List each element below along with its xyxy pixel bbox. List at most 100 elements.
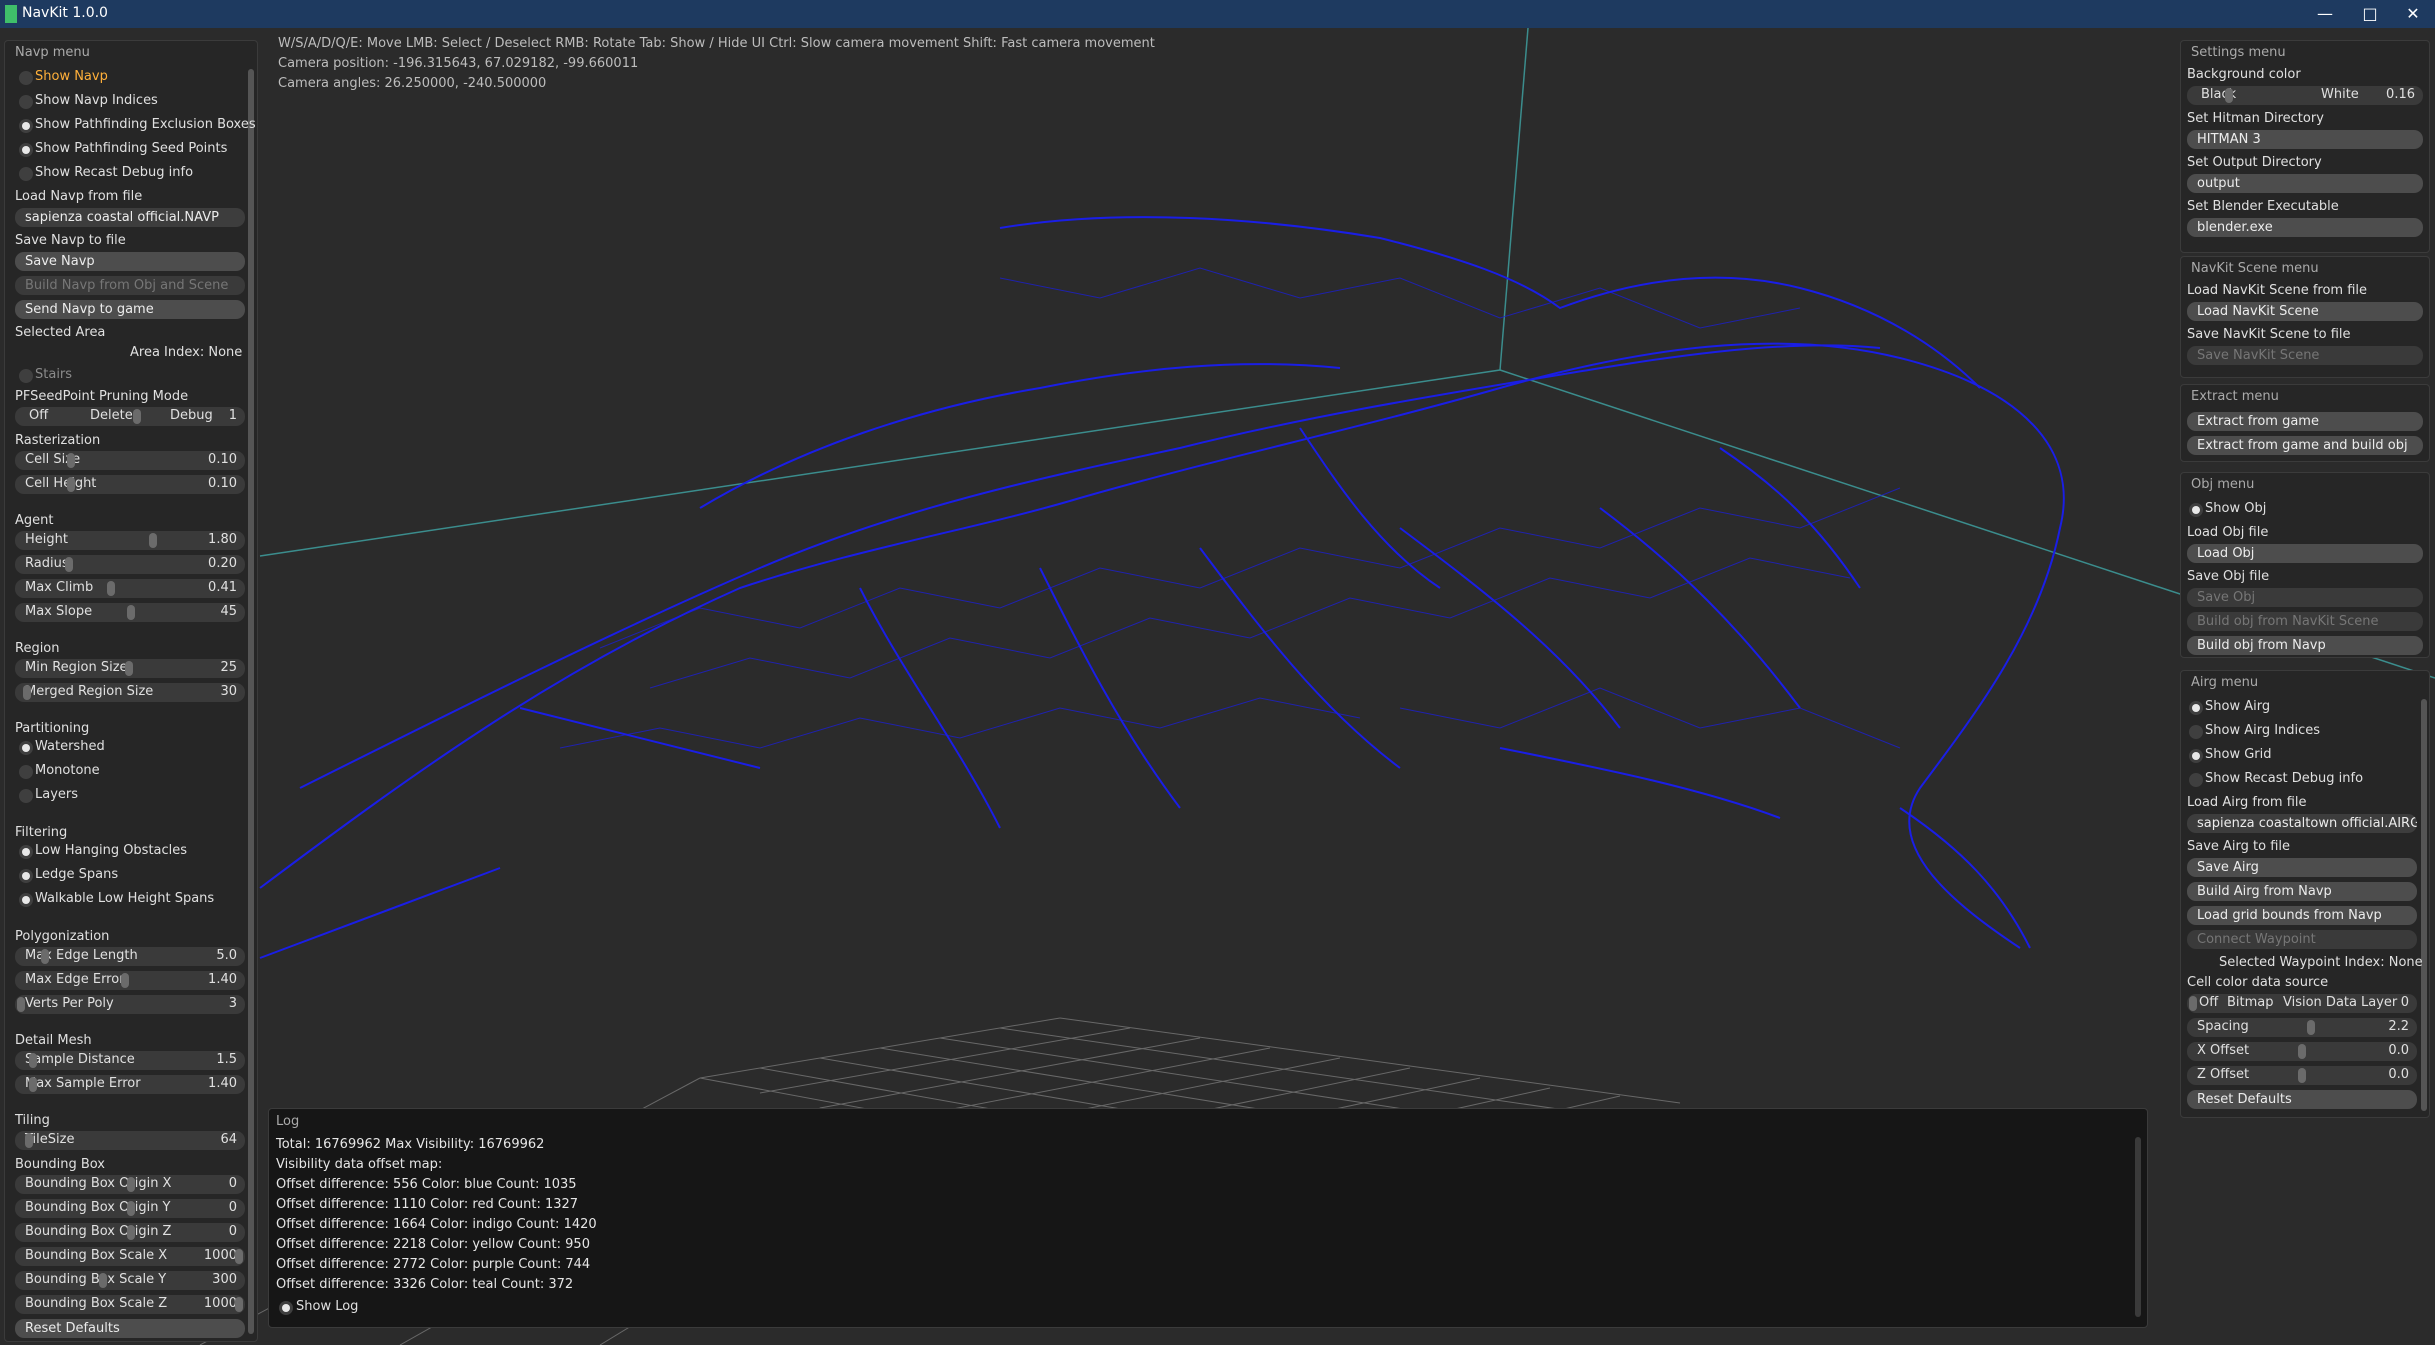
build-obj-from-navp-button[interactable]: Build obj from Navp bbox=[2187, 636, 2423, 655]
save-scene-button[interactable]: Save NavKit Scene bbox=[2187, 346, 2423, 365]
output-directory-button[interactable]: output bbox=[2187, 174, 2423, 193]
load-grid-bounds-button[interactable]: Load grid bounds from Navp bbox=[2187, 906, 2417, 925]
verts-per-poly-knob[interactable] bbox=[17, 997, 25, 1012]
spacing-slider[interactable]: Spacing 2.2 bbox=[2187, 1018, 2417, 1037]
min-region-knob[interactable] bbox=[125, 661, 133, 676]
walkable-spans-checkbox[interactable] bbox=[19, 893, 33, 907]
navp-scrollbar[interactable] bbox=[248, 69, 254, 1334]
save-obj-button[interactable]: Save Obj bbox=[2187, 588, 2423, 607]
z-offset-knob[interactable] bbox=[2298, 1068, 2306, 1083]
verts-per-poly-slider[interactable]: Verts Per Poly 3 bbox=[15, 995, 245, 1014]
send-navp-button[interactable]: Send Navp to game bbox=[15, 300, 245, 319]
layers-radio[interactable] bbox=[19, 789, 33, 803]
airg-show-recast-checkbox[interactable] bbox=[2189, 773, 2203, 787]
tile-size-slider[interactable]: TileSize 64 bbox=[15, 1131, 245, 1150]
max-climb-knob[interactable] bbox=[107, 581, 115, 596]
bbox-scale-z-knob[interactable] bbox=[235, 1297, 243, 1312]
merged-region-slider[interactable]: Merged Region Size 30 bbox=[15, 683, 245, 702]
max-edge-error-slider[interactable]: Max Edge Error 1.40 bbox=[15, 971, 245, 990]
height-knob[interactable] bbox=[149, 533, 157, 548]
show-airg-checkbox[interactable] bbox=[2189, 701, 2203, 715]
radius-slider[interactable]: Radius 0.20 bbox=[15, 555, 245, 574]
bbox-scale-z-slider[interactable]: Bounding Box Scale Z 1000 bbox=[15, 1295, 245, 1314]
sample-distance-slider[interactable]: Sample Distance 1.5 bbox=[15, 1051, 245, 1070]
save-airg-button[interactable]: Save Airg bbox=[2187, 858, 2417, 877]
low-hanging-checkbox[interactable] bbox=[19, 845, 33, 859]
build-airg-button[interactable]: Build Airg from Navp bbox=[2187, 882, 2417, 901]
bbox-origin-z-slider[interactable]: Bounding Box Origin Z 0 bbox=[15, 1223, 245, 1242]
load-navp-file-button[interactable]: sapienza coastal official.NAVP bbox=[15, 208, 245, 227]
bbox-scale-x-slider[interactable]: Bounding Box Scale X 1000 bbox=[15, 1247, 245, 1266]
cell-size-slider[interactable]: Cell Size 0.10 bbox=[15, 451, 245, 470]
bbox-origin-x-slider[interactable]: Bounding Box Origin X 0 bbox=[15, 1175, 245, 1194]
bbox-origin-y-slider[interactable]: Bounding Box Origin Y 0 bbox=[15, 1199, 245, 1218]
airg-scrollbar[interactable] bbox=[2421, 699, 2427, 1111]
cell-color-knob[interactable] bbox=[2189, 996, 2197, 1011]
cell-size-knob[interactable] bbox=[67, 453, 75, 468]
bbox-scale-y-knob[interactable] bbox=[99, 1273, 107, 1288]
show-seed-points-checkbox[interactable] bbox=[19, 143, 33, 157]
show-log-checkbox[interactable] bbox=[279, 1301, 293, 1315]
radius-knob[interactable] bbox=[65, 557, 73, 572]
tile-size-knob[interactable] bbox=[25, 1133, 33, 1148]
build-obj-from-scene-button[interactable]: Build obj from NavKit Scene bbox=[2187, 612, 2423, 631]
extract-and-build-button[interactable]: Extract from game and build obj bbox=[2187, 436, 2423, 455]
monotone-radio[interactable] bbox=[19, 765, 33, 779]
max-edge-length-slider[interactable]: Max Edge Length 5.0 bbox=[15, 947, 245, 966]
spacing-knob[interactable] bbox=[2307, 1020, 2315, 1035]
z-offset-slider[interactable]: Z Offset 0.0 bbox=[2187, 1066, 2417, 1085]
bbox-scale-y-slider[interactable]: Bounding Box Scale Y 300 bbox=[15, 1271, 245, 1290]
sample-distance-knob[interactable] bbox=[29, 1053, 37, 1068]
save-navp-button[interactable]: Save Navp bbox=[15, 252, 245, 271]
load-obj-button[interactable]: Load Obj bbox=[2187, 544, 2423, 563]
stairs-checkbox[interactable] bbox=[19, 369, 33, 383]
max-slope-slider[interactable]: Max Slope 45 bbox=[15, 603, 245, 622]
bbox-origin-y-knob[interactable] bbox=[127, 1201, 135, 1216]
blender-executable-button[interactable]: blender.exe bbox=[2187, 218, 2423, 237]
bg-knob[interactable] bbox=[2225, 88, 2233, 103]
height-slider[interactable]: Height 1.80 bbox=[15, 531, 245, 550]
log-scrollbar[interactable] bbox=[2135, 1137, 2141, 1317]
show-grid-checkbox[interactable] bbox=[2189, 749, 2203, 763]
navp-reset-defaults-button[interactable]: Reset Defaults bbox=[15, 1319, 245, 1338]
max-slope-knob[interactable] bbox=[127, 605, 135, 620]
show-recast-debug-checkbox[interactable] bbox=[19, 167, 33, 181]
close-icon[interactable]: ✕ bbox=[2393, 2, 2433, 26]
show-obj-checkbox[interactable] bbox=[2189, 503, 2203, 517]
connect-waypoint-button[interactable]: Connect Waypoint bbox=[2187, 930, 2417, 949]
max-climb-slider[interactable]: Max Climb 0.41 bbox=[15, 579, 245, 598]
watershed-radio[interactable] bbox=[19, 741, 33, 755]
maximize-icon[interactable]: □ bbox=[2350, 2, 2390, 26]
merged-region-knob[interactable] bbox=[23, 685, 31, 700]
ledge-spans-checkbox[interactable] bbox=[19, 869, 33, 883]
x-offset-knob[interactable] bbox=[2298, 1044, 2306, 1059]
load-airg-file-button[interactable]: sapienza coastaltown official.AIRG bbox=[2187, 814, 2417, 833]
pruning-knob[interactable] bbox=[133, 409, 141, 424]
airg-reset-defaults-button[interactable]: Reset Defaults bbox=[2187, 1090, 2417, 1109]
max-sample-error-slider[interactable]: Max Sample Error 1.40 bbox=[15, 1075, 245, 1094]
x-offset-label: X Offset bbox=[2197, 1043, 2250, 1058]
show-navp-indices-checkbox[interactable] bbox=[19, 95, 33, 109]
extract-from-game-button[interactable]: Extract from game bbox=[2187, 412, 2423, 431]
load-scene-button[interactable]: Load NavKit Scene bbox=[2187, 302, 2423, 321]
bbox-origin-x-knob[interactable] bbox=[127, 1177, 135, 1192]
show-airg-indices-checkbox[interactable] bbox=[2189, 725, 2203, 739]
min-region-slider[interactable]: Min Region Size 25 bbox=[15, 659, 245, 678]
hitman-directory-button[interactable]: HITMAN 3 bbox=[2187, 130, 2423, 149]
show-navp-checkbox[interactable] bbox=[19, 71, 33, 85]
show-exclusion-boxes-checkbox[interactable] bbox=[19, 119, 33, 133]
bbox-scale-x-knob[interactable] bbox=[235, 1249, 243, 1264]
cell-height-knob[interactable] bbox=[67, 477, 75, 492]
cell-height-slider[interactable]: Cell Height 0.10 bbox=[15, 475, 245, 494]
pruning-mode-slider[interactable]: Off Delete Debug 1 bbox=[15, 407, 245, 426]
build-navp-button[interactable]: Build Navp from Obj and Scene bbox=[15, 276, 245, 295]
cell-color-slider[interactable]: Off Bitmap Vision Data Layer 0 bbox=[2187, 994, 2417, 1013]
bbox-origin-x-value: 0 bbox=[228, 1176, 237, 1191]
background-color-slider[interactable]: Black White 0.16 bbox=[2187, 86, 2423, 105]
max-edge-error-knob[interactable] bbox=[121, 973, 129, 988]
minimize-icon[interactable]: — bbox=[2305, 2, 2345, 26]
x-offset-slider[interactable]: X Offset 0.0 bbox=[2187, 1042, 2417, 1061]
bbox-origin-z-knob[interactable] bbox=[127, 1225, 135, 1240]
max-edge-length-knob[interactable] bbox=[41, 949, 49, 964]
max-sample-error-knob[interactable] bbox=[29, 1077, 37, 1092]
